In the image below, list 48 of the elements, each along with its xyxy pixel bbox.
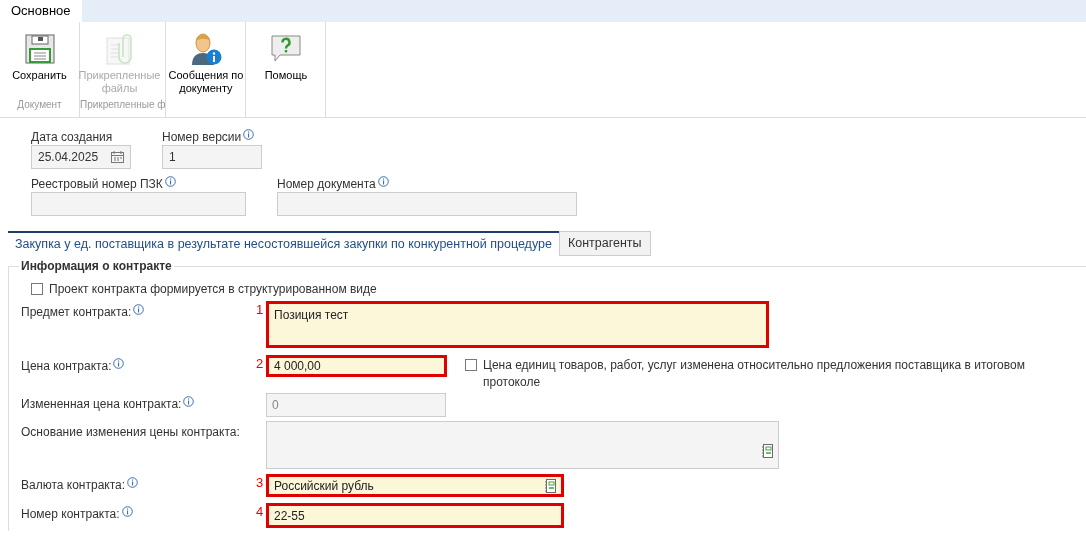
info-icon[interactable] bbox=[127, 477, 139, 488]
calendar-icon[interactable] bbox=[111, 151, 124, 163]
field-label: Валюта контракта: bbox=[21, 478, 126, 492]
ribbon-button[interactable]: Помощь bbox=[246, 22, 326, 117]
field-label: Номер контракта: bbox=[21, 507, 120, 521]
paperclip-document-icon bbox=[104, 33, 135, 65]
lookup-icon[interactable] bbox=[762, 444, 773, 458]
ribbon-button[interactable]: Сохранить bbox=[0, 22, 79, 97]
info-icon[interactable] bbox=[113, 358, 125, 369]
lookup-icon[interactable] bbox=[545, 478, 556, 493]
ribbon-group-caption: Документ bbox=[17, 98, 62, 112]
field-label: Дата создания bbox=[31, 130, 113, 144]
input-field[interactable]: 4 000,00 bbox=[266, 355, 447, 377]
input-field[interactable]: 1 bbox=[162, 145, 262, 169]
user-info-icon bbox=[189, 32, 222, 66]
info-icon[interactable] bbox=[133, 304, 145, 315]
ribbon-button[interactable]: Сообщения по документу bbox=[166, 22, 246, 117]
field-label: Номер документа bbox=[277, 177, 376, 191]
field-label: Цена контракта: bbox=[21, 359, 112, 373]
field-label: Измененная цена контракта: bbox=[21, 397, 182, 411]
input-field[interactable] bbox=[277, 192, 577, 216]
document-tab[interactable]: Контрагенты bbox=[558, 231, 651, 256]
checkbox[interactable] bbox=[465, 359, 477, 371]
section-title: Информация о контракте bbox=[19, 259, 174, 273]
annotation-number: 1 bbox=[256, 302, 264, 317]
help-speech-bubble-icon bbox=[270, 35, 301, 63]
input-field[interactable]: Российский рубль bbox=[266, 474, 564, 497]
checkbox-label: Цена единиц товаров, работ, услуг изменена относительно предложения поставщика в итоговом протоколе bbox=[483, 357, 1026, 391]
input-field[interactable] bbox=[31, 192, 246, 216]
field-label: Номер версии bbox=[162, 130, 242, 144]
info-icon[interactable] bbox=[183, 396, 195, 407]
annotation-number: 4 bbox=[256, 504, 264, 519]
field-label: Предмет контракта: bbox=[21, 305, 132, 319]
info-icon[interactable] bbox=[377, 176, 389, 187]
annotation-number: 2 bbox=[256, 356, 264, 371]
ribbon-group-caption: Прикрепленные ф bbox=[80, 98, 166, 112]
info-icon[interactable] bbox=[164, 176, 176, 187]
field-label: Реестровый номер ПЗК bbox=[31, 177, 163, 191]
checkbox[interactable] bbox=[31, 283, 43, 295]
ribbon-tab[interactable]: Основное bbox=[0, 0, 82, 22]
text-area[interactable]: Позиция тест bbox=[266, 301, 769, 348]
info-icon[interactable] bbox=[121, 506, 133, 517]
info-icon[interactable] bbox=[243, 129, 255, 140]
checkbox-label: Проект контракта формируется в структурированном виде bbox=[49, 281, 377, 298]
annotation-number: 3 bbox=[256, 475, 264, 490]
input-field[interactable]: 22-55 bbox=[266, 503, 564, 528]
date-field[interactable]: 25.04.2025 bbox=[31, 145, 131, 169]
field-label: Основание изменения цены контракта: bbox=[21, 425, 240, 439]
